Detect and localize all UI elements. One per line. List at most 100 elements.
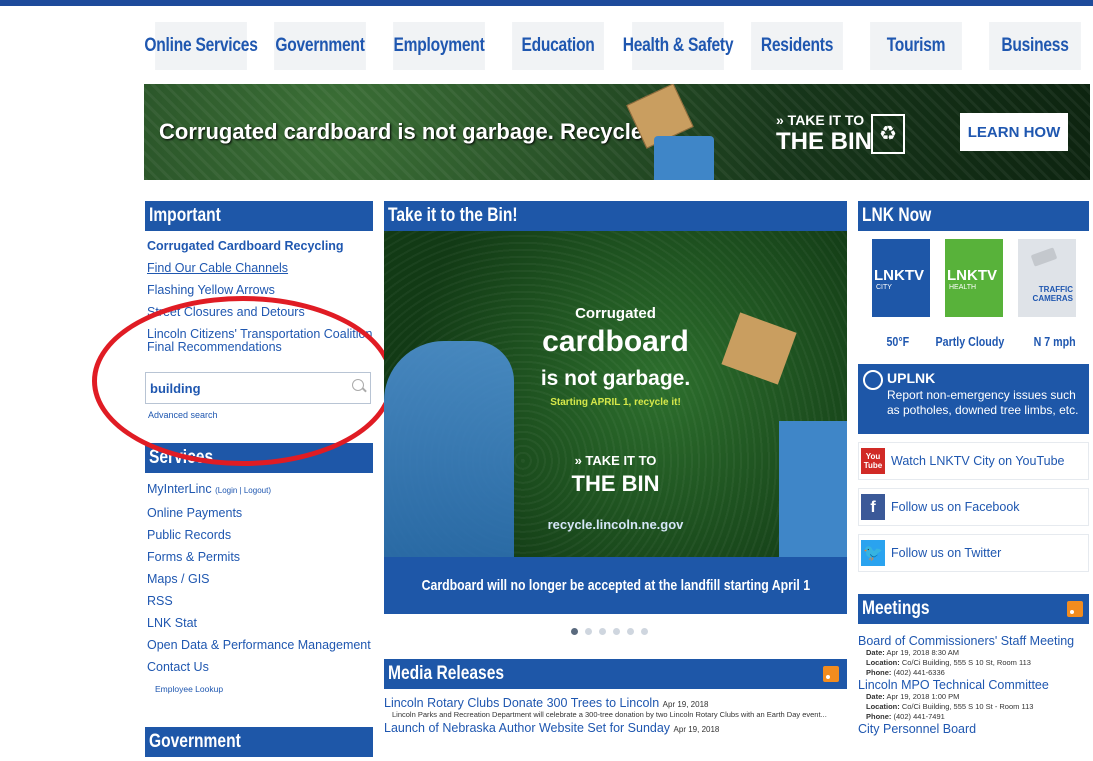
important-link[interactable]: Final Recommendations: [147, 341, 373, 354]
nav-tab-7[interactable]: Business: [989, 22, 1081, 70]
meetings-header: Meetings: [858, 594, 1089, 624]
social-label[interactable]: Watch LNKTV City on YouTube: [891, 454, 1064, 468]
lnktv-label: LNKTV: [874, 267, 924, 284]
carousel-dot[interactable]: [585, 628, 592, 635]
important-link[interactable]: Corrugated Cardboard Recycling: [147, 235, 373, 257]
media-release-headline[interactable]: Lincoln Rotary Clubs Donate 300 Trees to…: [384, 696, 659, 710]
social-link-2[interactable]: 🐦 Follow us on Twitter: [858, 534, 1089, 572]
employee-lookup-link[interactable]: Employee Lookup: [155, 684, 223, 694]
media-release-date: Apr 19, 2018: [673, 725, 720, 734]
hero-banner[interactable]: Corrugated cardboard is not garbage. Rec…: [144, 84, 1090, 180]
meeting-date: Date: Apr 19, 2018 8:30 AM: [866, 648, 1093, 658]
meeting-location: Location: Co/Ci Building, 555 S 10 St - …: [866, 702, 1093, 712]
login-logout-link[interactable]: (Login | Logout): [215, 486, 271, 495]
myinterlinc-link[interactable]: MyInterLinc (Login | Logout): [147, 478, 373, 502]
services-link[interactable]: LNK Stat: [147, 612, 373, 634]
government-header: Government: [145, 727, 373, 757]
meeting-title[interactable]: Lincoln MPO Technical Committee: [858, 678, 1093, 692]
recycle-bin-image: [654, 136, 714, 180]
search-input[interactable]: [146, 373, 336, 403]
hero-take-small: » TAKE IT TO: [776, 112, 865, 128]
meeting-phone: Phone: (402) 441-6336: [866, 668, 1093, 678]
services-list: MyInterLinc (Login | Logout) Online Paym…: [147, 478, 373, 678]
nav-tab-2[interactable]: Employment: [393, 22, 486, 70]
services-link[interactable]: Forms & Permits: [147, 546, 373, 568]
rss-icon[interactable]: [823, 666, 839, 682]
search-field[interactable]: [145, 372, 371, 404]
map-pin-icon: [863, 370, 883, 390]
meeting-phone-label: Phone:: [866, 668, 892, 677]
meeting-location-value: Co/Ci Building, 555 S 10 St, Room 113: [901, 658, 1031, 667]
social-label[interactable]: Follow us on Facebook: [891, 500, 1020, 514]
media-release-title[interactable]: Launch of Nebraska Author Website Set fo…: [384, 721, 847, 735]
carousel-dot[interactable]: [613, 628, 620, 635]
meeting-title[interactable]: City Personnel Board: [858, 722, 1093, 736]
meeting-phone: Phone: (402) 441-7491: [866, 712, 1093, 722]
meeting-date-value: Apr 19, 2018 1:00 PM: [886, 692, 960, 701]
carousel-dot[interactable]: [599, 628, 606, 635]
meeting-phone-label: Phone:: [866, 712, 892, 721]
lnktv-sub: CITY: [876, 284, 892, 291]
uplnk-text: Report non-emergency issues such as poth…: [887, 388, 1079, 417]
meeting-location-label: Location:: [866, 702, 900, 711]
media-release-desc: Lincoln Parks and Recreation Department …: [392, 710, 827, 719]
slide-line5: » TAKE IT TO: [574, 453, 657, 468]
nav-tab-1[interactable]: Government: [274, 22, 367, 70]
meeting-title[interactable]: Board of Commissioners' Staff Meeting: [858, 634, 1093, 648]
important-link[interactable]: Street Closures and Detours: [147, 301, 373, 323]
advanced-search-link[interactable]: Advanced search: [148, 410, 218, 420]
nav-tab-4[interactable]: Health & Safety: [622, 22, 733, 70]
meeting-location: Location: Co/Ci Building, 555 S 10 St, R…: [866, 658, 1093, 668]
meeting-location-value: Co/Ci Building, 555 S 10 St - Room 113: [901, 702, 1034, 711]
lnk-tile-1[interactable]: LNKTV HEALTH: [945, 239, 1003, 317]
main-nav: Online Services Government Employment Educa…: [144, 22, 1091, 70]
services-link[interactable]: Open Data & Performance Management: [147, 634, 373, 656]
services-link[interactable]: RSS: [147, 590, 373, 612]
facebook-icon: f: [861, 494, 885, 520]
carousel-dot[interactable]: [571, 628, 578, 635]
carousel-dot[interactable]: [627, 628, 634, 635]
meetings-list: Board of Commissioners' Staff Meeting Dat…: [858, 634, 1093, 736]
search-icon[interactable]: [352, 379, 364, 391]
media-releases-header: Media Releases: [384, 659, 847, 689]
slide-line6: THE BIN: [571, 471, 660, 496]
social-label[interactable]: Follow us on Twitter: [891, 546, 1001, 560]
learn-how-button[interactable]: LEARN HOW: [960, 113, 1068, 151]
carousel-dot[interactable]: [641, 628, 648, 635]
nav-tab-6[interactable]: Tourism: [869, 22, 962, 70]
featured-slide[interactable]: Corrugated cardboard is not garbage. Sta…: [384, 231, 847, 614]
important-link[interactable]: Find Our Cable Channels: [147, 257, 373, 279]
rss-icon[interactable]: [1067, 601, 1083, 617]
camera-icon: [1030, 247, 1058, 267]
nav-tab-3[interactable]: Education: [512, 22, 605, 70]
slide-url: recycle.lincoln.ne.gov: [547, 517, 684, 532]
services-link[interactable]: Contact Us: [147, 656, 373, 678]
lnktv-label: LNKTV: [947, 267, 997, 284]
meeting-phone-value: (402) 441-6336: [893, 668, 945, 677]
meeting-phone-value: (402) 441-7491: [893, 712, 945, 721]
media-release-headline[interactable]: Launch of Nebraska Author Website Set fo…: [384, 721, 670, 735]
youtube-icon: You Tube: [861, 448, 885, 474]
important-link[interactable]: Flashing Yellow Arrows: [147, 279, 373, 301]
nav-tab-5[interactable]: Residents: [750, 22, 843, 70]
services-link[interactable]: Online Payments: [147, 502, 373, 524]
slide-line3: is not garbage.: [540, 367, 691, 390]
meeting-location-label: Location:: [866, 658, 900, 667]
services-link[interactable]: Maps / GIS: [147, 568, 373, 590]
nav-tab-0[interactable]: Online Services: [144, 22, 258, 70]
social-link-0[interactable]: You Tube Watch LNKTV City on YouTube: [858, 442, 1089, 480]
wind: N 7 mph: [1033, 334, 1076, 349]
social-link-1[interactable]: f Follow us on Facebook: [858, 488, 1089, 526]
lnk-tile-2[interactable]: TRAFFIC CAMERAS: [1018, 239, 1076, 317]
services-link[interactable]: Public Records: [147, 524, 373, 546]
media-release-title[interactable]: Lincoln Rotary Clubs Donate 300 Trees to…: [384, 696, 847, 710]
carousel-dots[interactable]: [571, 628, 648, 635]
uplnk-panel[interactable]: UPLNK Report non-emergency issues such a…: [858, 364, 1089, 434]
traffic-cameras-label: TRAFFIC CAMERAS: [1032, 285, 1073, 303]
top-bar: [0, 0, 1093, 6]
lnk-tile-0[interactable]: LNKTV CITY: [872, 239, 930, 317]
uplnk-title: UPLNK: [887, 370, 936, 386]
slide-line2: cardboard: [542, 325, 689, 358]
hero-take-big: THE BIN: [776, 128, 872, 155]
meeting-date: Date: Apr 19, 2018 1:00 PM: [866, 692, 1093, 702]
